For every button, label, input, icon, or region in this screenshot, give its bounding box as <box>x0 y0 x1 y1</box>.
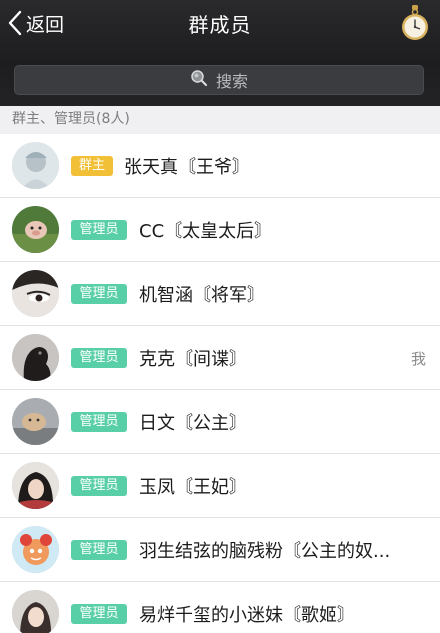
magnifier-icon <box>190 69 208 91</box>
member-list: 群主 张天真〘王爷〙 管理员 CC〘太皇太后〙 管理员 机智涵〘将军〙 管理员 … <box>0 134 440 633</box>
role-badge: 管理员 <box>71 540 127 560</box>
list-item[interactable]: 管理员 CC〘太皇太后〙 <box>0 198 440 262</box>
member-name: 易烊千玺的小迷妹〘歌姬〙 <box>139 605 355 626</box>
top-bar: 返回 群成员 搜索 <box>0 0 440 106</box>
member-name: 日文〘公主〙 <box>139 413 247 434</box>
list-item[interactable]: 管理员 机智涵〘将军〙 <box>0 262 440 326</box>
list-item[interactable]: 管理员 克克〘间谍〙 我 <box>0 326 440 390</box>
role-badge: 管理员 <box>71 220 127 240</box>
member-name: 玉凤〘王妃〙 <box>139 477 247 498</box>
list-item[interactable]: 群主 张天真〘王爷〙 <box>0 134 440 198</box>
search-placeholder: 搜索 <box>215 72 248 91</box>
role-badge: 管理员 <box>71 412 127 432</box>
member-name: 羽生结弦的脑残粉〘公主的奴... <box>139 541 391 562</box>
member-name: 张天真〘王爷〙 <box>124 157 250 178</box>
member-name: 克克〘间谍〙 <box>139 349 247 370</box>
member-name: CC〘太皇太后〙 <box>139 221 273 242</box>
list-item[interactable]: 管理员 易烊千玺的小迷妹〘歌姬〙 <box>0 582 440 633</box>
role-badge: 管理员 <box>71 476 127 496</box>
list-item[interactable]: 管理员 日文〘公主〙 <box>0 390 440 454</box>
page-title: 群成员 <box>188 13 252 37</box>
avatar <box>12 462 59 509</box>
section-header: 群主、管理员(8人) <box>0 106 440 134</box>
avatar <box>12 206 59 253</box>
avatar <box>12 398 59 445</box>
avatar <box>12 142 59 189</box>
list-item[interactable]: 管理员 羽生结弦的脑残粉〘公主的奴... <box>0 518 440 582</box>
list-item[interactable]: 管理员 玉凤〘王妃〙 <box>0 454 440 518</box>
role-badge: 群主 <box>71 156 113 176</box>
member-name: 机智涵〘将军〙 <box>139 285 265 306</box>
pocket-watch-icon[interactable] <box>400 4 430 42</box>
search-input[interactable]: 搜索 <box>14 65 424 95</box>
avatar <box>12 526 59 573</box>
avatar <box>12 590 59 633</box>
avatar <box>12 334 59 381</box>
role-badge: 管理员 <box>71 348 127 368</box>
role-badge: 管理员 <box>71 284 127 304</box>
navigation-bar: 返回 群成员 <box>0 0 440 50</box>
avatar <box>12 270 59 317</box>
self-label: 我 <box>410 350 426 368</box>
role-badge: 管理员 <box>71 604 127 624</box>
